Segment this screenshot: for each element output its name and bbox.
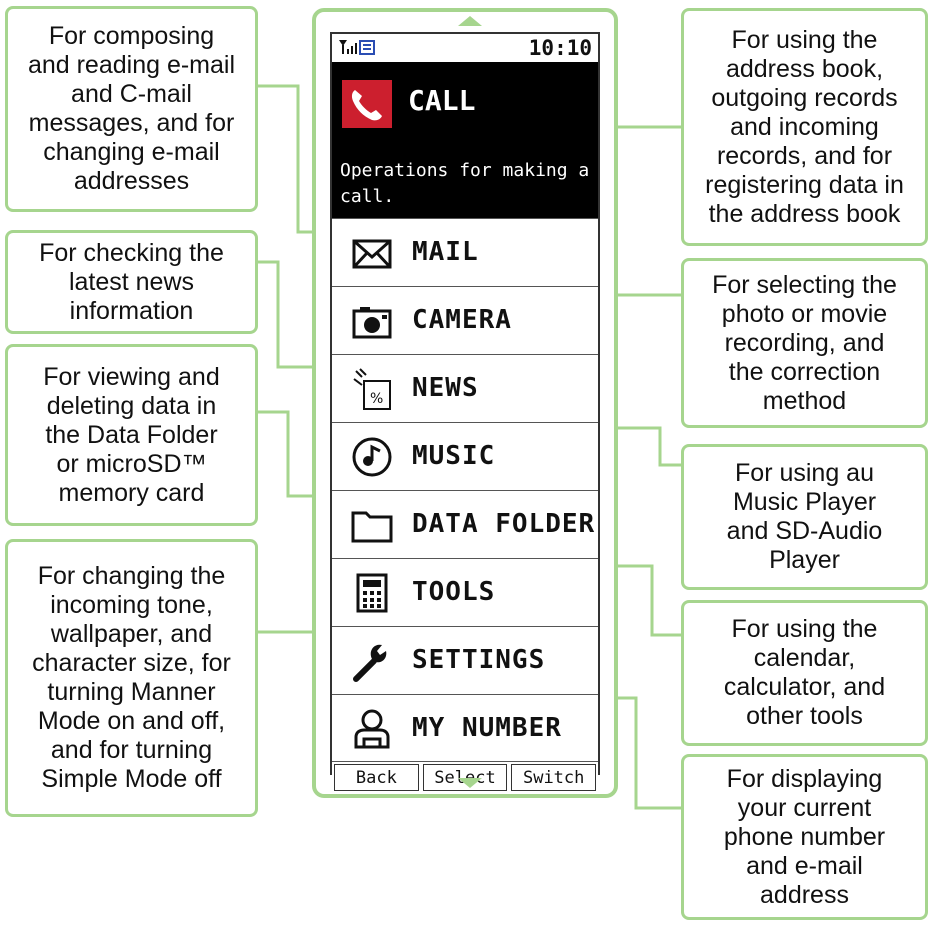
menu-label-music: MUSIC (412, 441, 496, 471)
menu-item-settings[interactable]: SETTINGS (332, 626, 598, 694)
camera-icon (350, 299, 394, 343)
menu-item-camera[interactable]: CAMERA (332, 286, 598, 354)
callout-camera: For selecting the photo or movie recordi… (681, 258, 928, 428)
menu-item-news[interactable]: % NEWS (332, 354, 598, 422)
mail-icon (350, 231, 394, 275)
softkey-bar: Back Select Switch (332, 761, 598, 793)
menu-label-data-folder: DATA FOLDER (412, 509, 596, 539)
menu-item-tools[interactable]: TOOLS (332, 558, 598, 626)
menu-item-my-number[interactable]: MY NUMBER (332, 694, 598, 761)
back-button[interactable]: Back (334, 764, 419, 791)
svg-text:%: % (370, 391, 383, 407)
status-time: 10:10 (528, 36, 592, 60)
folder-icon (350, 503, 394, 547)
wrench-icon (350, 639, 394, 683)
menu-item-data-folder[interactable]: DATA FOLDER (332, 490, 598, 558)
person-icon (350, 707, 394, 751)
news-icon: % (350, 367, 394, 411)
callout-my-number: For displaying your current phone number… (681, 754, 928, 920)
switch-button[interactable]: Switch (511, 764, 597, 791)
menu-item-mail[interactable]: MAIL (332, 218, 598, 286)
menu-label-news: NEWS (412, 373, 479, 403)
callout-mail: For composing and reading e-mail and C-m… (5, 6, 258, 212)
call-label: CALL (408, 84, 476, 117)
callout-settings: For changing the incoming tone, wallpape… (5, 539, 258, 817)
scroll-up-arrow-icon[interactable] (458, 16, 482, 26)
callout-tools: For using the calendar, calculator, and … (681, 600, 928, 746)
phone-frame: 10:10 CALL Operations for making a call.… (312, 8, 618, 798)
menu-item-music[interactable]: MUSIC (332, 422, 598, 490)
menu-label-my-number: MY NUMBER (412, 713, 562, 743)
calculator-icon (350, 571, 394, 615)
menu-label-mail: MAIL (412, 237, 479, 267)
phone-icon (342, 80, 392, 128)
scroll-down-arrow-icon[interactable] (458, 778, 482, 788)
menu-label-tools: TOOLS (412, 577, 496, 607)
callout-call: For using the address book, outgoing rec… (681, 8, 928, 246)
phone-screen: 10:10 CALL Operations for making a call.… (330, 32, 600, 793)
callout-data-folder: For viewing and deleting data in the Dat… (5, 344, 258, 526)
music-icon (350, 435, 394, 479)
status-bar: 10:10 (332, 34, 598, 62)
menu-label-settings: SETTINGS (412, 645, 546, 675)
menu-item-call[interactable]: CALL Operations for making a call. (332, 62, 598, 218)
call-description: Operations for making a call. (340, 160, 590, 207)
callout-music: For using au Music Player and SD-Audio P… (681, 444, 928, 590)
callout-news: For checking the latest news information (5, 230, 258, 334)
menu-label-camera: CAMERA (412, 305, 512, 335)
signal-battery-icon (338, 39, 378, 59)
